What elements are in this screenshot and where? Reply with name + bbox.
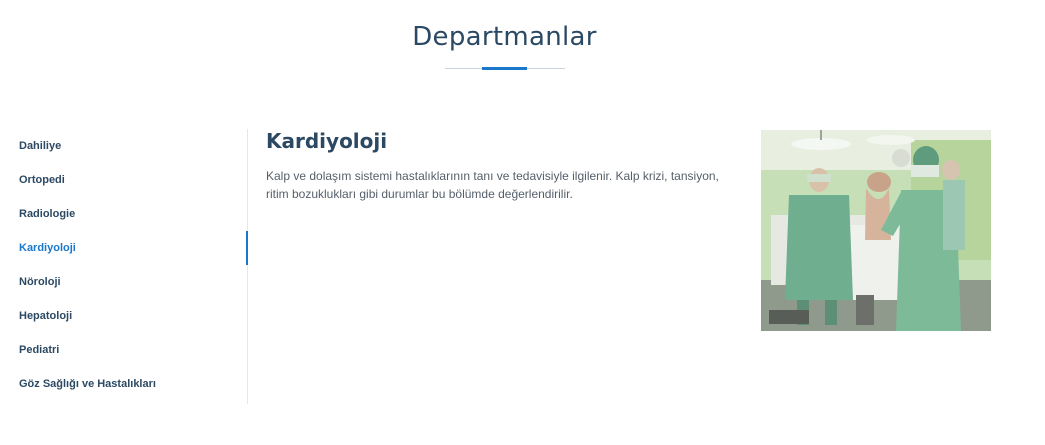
tab-kardiyoloji[interactable]: Kardiyoloji xyxy=(0,231,248,265)
department-title: Kardiyoloji xyxy=(266,129,388,153)
tab-pediatri[interactable]: Pediatri xyxy=(0,333,247,367)
tab-goz-sagligi[interactable]: Göz Sağlığı ve Hastalıkları xyxy=(0,367,247,401)
section-title: Departmanlar xyxy=(412,22,597,52)
department-photo xyxy=(761,130,991,331)
department-description: Kalp ve dolaşım sistemi hastalıklarının … xyxy=(266,169,719,201)
department-tabs: Dahiliye Ortopedi Radiologie Kardiyoloji… xyxy=(0,129,248,404)
section-header: Departmanlar xyxy=(0,22,1009,52)
tab-ortopedi[interactable]: Ortopedi xyxy=(0,163,247,197)
tab-dahiliye[interactable]: Dahiliye xyxy=(0,129,247,163)
operating-room-image xyxy=(761,130,991,331)
title-accent-bar xyxy=(482,67,527,70)
tab-radiologie[interactable]: Radiologie xyxy=(0,197,247,231)
department-detail: Kardiyoloji Kalp ve dolaşım sistemi hast… xyxy=(266,129,736,203)
tab-hepatoloji[interactable]: Hepatoloji xyxy=(0,299,247,333)
tab-noroloji[interactable]: Nöroloji xyxy=(0,265,247,299)
